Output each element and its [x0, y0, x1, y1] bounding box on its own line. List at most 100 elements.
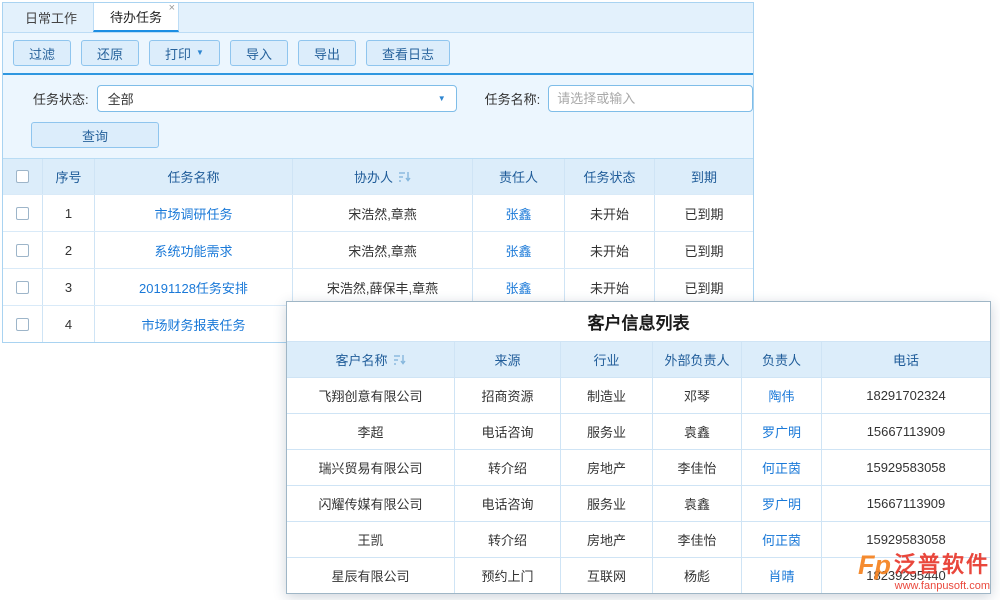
cell-phone: 15667113909: [822, 414, 990, 449]
cell-task-name: 系统功能需求: [95, 232, 293, 268]
import-button[interactable]: 导入: [230, 40, 288, 66]
query-button[interactable]: 查询: [31, 122, 159, 148]
export-button[interactable]: 导出: [298, 40, 356, 66]
table-row: 2 系统功能需求 宋浩然,章燕 张鑫 未开始 已到期: [3, 232, 753, 269]
task-name-link[interactable]: 市场财务报表任务: [141, 315, 245, 334]
header-customer-name: 客户名称: [287, 342, 455, 377]
cell-external-owner: 李佳怡: [653, 450, 742, 485]
row-checkbox[interactable]: [16, 281, 29, 294]
cell-customer-name: 星辰有限公司: [287, 558, 455, 593]
cell-owner: 张鑫: [473, 195, 565, 231]
task-status-select[interactable]: 全部 ▼: [97, 85, 457, 112]
owner-link[interactable]: 罗广明: [762, 422, 801, 441]
owner-link[interactable]: 罗广明: [762, 494, 801, 513]
cell-customer-name: 飞翔创意有限公司: [287, 378, 455, 413]
cell-due: 已到期: [655, 195, 753, 231]
cell-external-owner: 邓琴: [653, 378, 742, 413]
restore-button[interactable]: 还原: [81, 40, 139, 66]
task-name-label: 任务名称:: [485, 89, 541, 108]
tab-label: 待办任务: [110, 7, 162, 26]
task-status-label: 任务状态:: [33, 89, 89, 108]
owner-link[interactable]: 张鑫: [505, 278, 531, 297]
cell-phone: 15667113909: [822, 486, 990, 521]
close-icon[interactable]: ×: [169, 3, 175, 14]
cell-due: 已到期: [655, 269, 753, 305]
cell-status: 未开始: [565, 232, 655, 268]
header-industry: 行业: [561, 342, 653, 377]
tab-bar: 日常工作 待办任务 ×: [3, 3, 753, 33]
cell-phone: 15929583058: [822, 450, 990, 485]
task-name-link[interactable]: 20191128任务安排: [139, 278, 248, 297]
cell-seq: 4: [43, 306, 95, 342]
print-button-label: 打印: [165, 44, 191, 63]
task-status-value: 全部: [108, 89, 134, 108]
owner-link[interactable]: 陶伟: [768, 386, 794, 405]
header-due: 到期: [655, 159, 753, 194]
filter-button[interactable]: 过滤: [13, 40, 71, 66]
header-label: 客户名称: [335, 350, 387, 369]
cell-industry: 服务业: [561, 486, 653, 521]
cell-owner: 张鑫: [473, 232, 565, 268]
tab-daily-work[interactable]: 日常工作: [9, 3, 93, 32]
cell-seq: 2: [43, 232, 95, 268]
owner-link[interactable]: 张鑫: [505, 241, 531, 260]
cell-seq: 3: [43, 269, 95, 305]
row-checkbox[interactable]: [16, 207, 29, 220]
cell-source: 电话咨询: [455, 414, 561, 449]
cell-industry: 房地产: [561, 450, 653, 485]
header-external-owner: 外部负责人: [653, 342, 742, 377]
cell-industry: 互联网: [561, 558, 653, 593]
owner-link[interactable]: 何正茵: [762, 530, 801, 549]
cell-owner: 肖晴: [742, 558, 822, 593]
cell-owner: 陶伟: [742, 378, 822, 413]
brand-watermark: Fp 泛普软件 www.fanpusoft.com: [858, 552, 990, 592]
select-all-checkbox[interactable]: [16, 170, 29, 183]
print-button[interactable]: 打印 ▼: [149, 40, 220, 66]
cell-external-owner: 袁鑫: [653, 414, 742, 449]
caret-down-icon: ▼: [196, 49, 204, 57]
query-row: 查询: [3, 122, 753, 158]
task-name-link[interactable]: 市场调研任务: [154, 204, 232, 223]
cell-customer-name: 李超: [287, 414, 455, 449]
task-name-link[interactable]: 系统功能需求: [154, 241, 232, 260]
row-checkbox[interactable]: [16, 244, 29, 257]
brand-logo-icon: Fp: [858, 552, 891, 579]
header-source: 来源: [455, 342, 561, 377]
owner-link[interactable]: 肖晴: [768, 566, 794, 585]
cell-owner: 何正茵: [742, 522, 822, 557]
cell-task-name: 市场调研任务: [95, 195, 293, 231]
cell-customer-name: 瑞兴贸易有限公司: [287, 450, 455, 485]
cell-industry: 制造业: [561, 378, 653, 413]
cell-collaborators: 宋浩然,章燕: [293, 232, 473, 268]
cell-phone: 18291702324: [822, 378, 990, 413]
table-row: 李超 电话咨询 服务业 袁鑫 罗广明 15667113909: [287, 413, 990, 449]
row-checkbox-cell: [3, 195, 43, 231]
sort-icon[interactable]: [393, 354, 406, 366]
cell-external-owner: 袁鑫: [653, 486, 742, 521]
header-phone: 电话: [822, 342, 990, 377]
cell-industry: 房地产: [561, 522, 653, 557]
sort-icon[interactable]: [398, 171, 411, 183]
cell-industry: 服务业: [561, 414, 653, 449]
tab-todo-tasks[interactable]: 待办任务 ×: [93, 3, 179, 32]
cell-source: 预约上门: [455, 558, 561, 593]
cell-due: 已到期: [655, 232, 753, 268]
cell-customer-name: 王凯: [287, 522, 455, 557]
cell-task-name: 20191128任务安排: [95, 269, 293, 305]
row-checkbox-cell: [3, 269, 43, 305]
task-table-header: 序号 任务名称 协办人 责任人 任务状态 到期: [3, 159, 753, 195]
header-task-name: 任务名称: [95, 159, 293, 194]
brand-url: www.fanpusoft.com: [858, 580, 990, 592]
owner-link[interactable]: 何正茵: [762, 458, 801, 477]
header-owner: 负责人: [742, 342, 822, 377]
cell-collaborators: 宋浩然,章燕: [293, 195, 473, 231]
cell-external-owner: 李佳怡: [653, 522, 742, 557]
cell-source: 电话咨询: [455, 486, 561, 521]
todo-task-window: 日常工作 待办任务 × 过滤 还原 打印 ▼ 导入 导出 查看日志 任务状态: …: [2, 2, 754, 343]
table-row: 闪耀传媒有限公司 电话咨询 服务业 袁鑫 罗广明 15667113909: [287, 485, 990, 521]
view-log-button[interactable]: 查看日志: [366, 40, 450, 66]
header-collaborators: 协办人: [293, 159, 473, 194]
row-checkbox[interactable]: [16, 318, 29, 331]
task-name-input[interactable]: [548, 85, 753, 112]
owner-link[interactable]: 张鑫: [505, 204, 531, 223]
